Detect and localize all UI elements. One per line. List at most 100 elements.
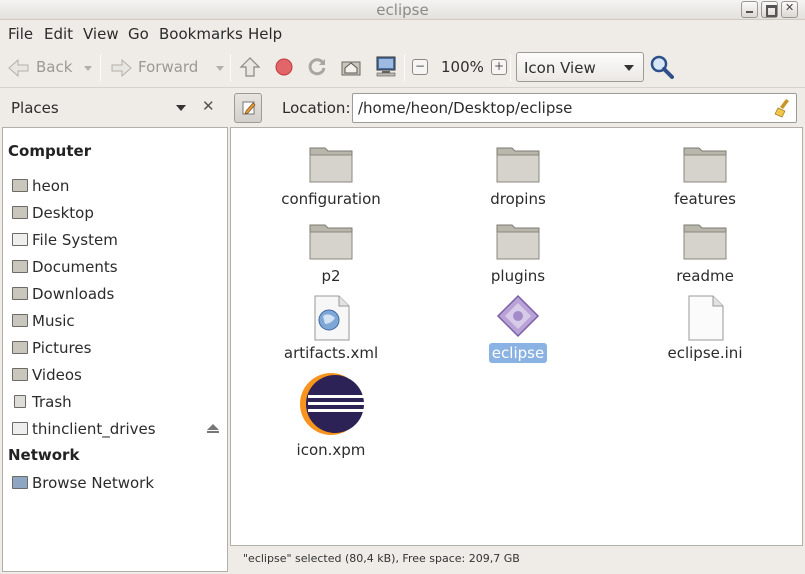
sidebar-item-label: Music: [32, 312, 75, 330]
sidebar-item-label: Downloads: [32, 285, 115, 303]
file-name: artifacts.xml: [283, 344, 379, 362]
file-item[interactable]: readme: [615, 217, 795, 293]
sidebar-close-icon[interactable]: ✕: [202, 97, 215, 115]
sidebar-item-label: Browse Network: [32, 474, 155, 492]
status-bar: "eclipse" selected (80,4 kB), Free space…: [230, 546, 803, 572]
desktop-folder-icon: [12, 206, 28, 219]
toggle-location-edit-button[interactable]: [234, 93, 262, 123]
zoom-out-button[interactable]: −: [412, 59, 428, 75]
documents-folder-icon: [12, 260, 28, 273]
chevron-down-icon: [624, 65, 634, 71]
menu-view[interactable]: View: [83, 25, 119, 43]
title-bar: eclipse: [0, 0, 805, 20]
eclipse-image-icon: [300, 373, 364, 435]
file-name: eclipse: [488, 343, 548, 363]
section-network: Network: [8, 446, 80, 464]
sidebar-mode-dropdown-icon[interactable]: [176, 105, 186, 111]
sidebar-item-label: Trash: [32, 393, 72, 411]
file-name: plugins: [490, 267, 546, 285]
view-mode-value: Icon View: [524, 59, 596, 77]
xml-file-icon: [314, 295, 350, 341]
toolbar: Back Forward − 100% + Icon View: [0, 46, 805, 88]
status-text: "eclipse" selected (80,4 kB), Free space…: [243, 552, 520, 565]
pictures-folder-icon: [12, 341, 28, 354]
toolbar-separator: [510, 54, 511, 82]
home-folder-icon: [12, 179, 28, 192]
zoom-in-button[interactable]: +: [491, 59, 507, 75]
sidebar-item-label: heon: [32, 177, 70, 195]
folder-icon: [496, 224, 540, 260]
view-mode-select[interactable]: Icon View: [516, 52, 644, 82]
up-arrow-icon[interactable]: [239, 56, 261, 78]
search-icon[interactable]: [650, 55, 674, 79]
maximize-button[interactable]: [761, 1, 778, 18]
toolbar-separator: [100, 54, 101, 82]
filesystem-icon: [12, 233, 28, 246]
toolbar-separator: [404, 54, 405, 82]
menu-bookmarks[interactable]: Bookmarks: [159, 25, 243, 43]
location-input[interactable]: [352, 93, 797, 123]
file-name: p2: [321, 267, 341, 285]
file-item[interactable]: icon.xpm: [241, 371, 421, 461]
zoom-level: 100%: [441, 58, 484, 76]
forward-arrow-icon: [111, 59, 132, 77]
music-folder-icon: [12, 314, 28, 327]
sidebar-item-label: Pictures: [32, 339, 92, 357]
location-label: Location:: [282, 99, 351, 117]
file-item[interactable]: p2: [241, 217, 421, 293]
file-item[interactable]: configuration: [241, 140, 421, 216]
eject-icon[interactable]: [207, 424, 219, 433]
trash-icon: [14, 395, 26, 408]
menu-edit[interactable]: Edit: [44, 25, 73, 43]
back-button[interactable]: Back: [6, 50, 96, 84]
home-icon[interactable]: [340, 56, 362, 78]
folder-icon: [309, 147, 353, 183]
menu-bar: File Edit View Go Bookmarks Help: [0, 20, 805, 46]
sidebar-item-label: thinclient_drives: [32, 420, 156, 438]
forward-button[interactable]: Forward: [110, 50, 228, 84]
file-item[interactable]: artifacts.xml: [241, 294, 421, 370]
file-name: configuration: [281, 190, 381, 208]
file-item[interactable]: dropins: [428, 140, 608, 216]
folder-icon: [309, 224, 353, 260]
sidebar-item-label: File System: [32, 231, 118, 249]
sidebar-item-label: Videos: [32, 366, 82, 384]
videos-folder-icon: [12, 368, 28, 381]
file-item-selected[interactable]: eclipse: [428, 294, 608, 370]
back-history-dropdown-icon[interactable]: [84, 66, 92, 71]
stop-icon[interactable]: [274, 57, 294, 77]
edit-pencil-icon: [242, 101, 256, 115]
clear-location-icon[interactable]: [774, 98, 792, 118]
menu-go[interactable]: Go: [128, 25, 149, 43]
minimize-button[interactable]: [741, 1, 758, 18]
file-name: dropins: [490, 190, 546, 208]
close-window-button[interactable]: [781, 1, 798, 18]
forward-label: Forward: [138, 58, 199, 76]
menu-file[interactable]: File: [8, 25, 33, 43]
file-view: configuration dropins features p2 plugin…: [230, 127, 803, 546]
file-item[interactable]: plugins: [428, 217, 608, 293]
menu-help[interactable]: Help: [248, 25, 282, 43]
computer-icon[interactable]: [374, 54, 398, 78]
file-item[interactable]: features: [615, 140, 795, 216]
back-arrow-icon: [8, 59, 29, 77]
text-file-icon: [688, 295, 724, 341]
forward-history-dropdown-icon[interactable]: [216, 66, 224, 71]
file-name: eclipse.ini: [667, 344, 743, 362]
file-name: features: [674, 190, 736, 208]
file-item[interactable]: eclipse.ini: [615, 294, 795, 370]
back-label: Back: [36, 58, 73, 76]
folder-icon: [683, 147, 727, 183]
sidebar-header: Places ✕: [0, 88, 229, 126]
downloads-folder-icon: [12, 287, 28, 300]
section-computer: Computer: [8, 142, 92, 160]
places-sidebar: Computer heon Desktop File System Docume…: [2, 127, 228, 572]
drive-icon: [12, 422, 28, 435]
file-name: readme: [676, 267, 734, 285]
window-title: eclipse: [376, 1, 429, 19]
toolbar-separator: [230, 54, 231, 82]
file-name: icon.xpm: [296, 441, 366, 459]
reload-icon[interactable]: [306, 56, 328, 78]
sidebar-item-label: Documents: [32, 258, 118, 276]
network-icon: [12, 476, 28, 489]
